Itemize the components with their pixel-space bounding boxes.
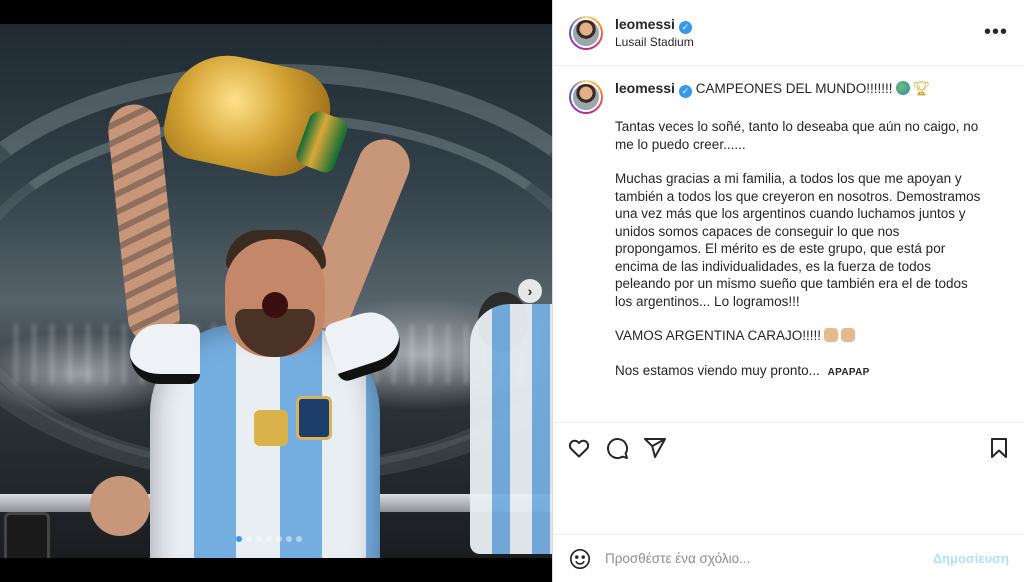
- caption-avatar-image: [571, 82, 601, 112]
- teammate-figure: [470, 304, 552, 554]
- verified-badge-icon: ✓: [678, 21, 692, 34]
- caption-paragraph: Tantas veces lo soñé, tanto lo deseaba q…: [615, 119, 979, 152]
- comment-bar: Δημοσίευση: [553, 534, 1024, 582]
- raised-hands-emoji-icon: [841, 328, 856, 342]
- paper-plane-icon[interactable]: [643, 436, 667, 460]
- username-link[interactable]: leomessi: [615, 16, 675, 32]
- carousel-dot: [296, 536, 302, 542]
- jersey-gold-badge: [254, 410, 288, 446]
- post-author-info: leomessi ✓ Lusail Stadium: [615, 15, 694, 50]
- caption: leomessi ✓ CAMPEONES DEL MUNDO!!!!!!! 🏆︎ T…: [569, 80, 1009, 398]
- carousel-dots: [236, 536, 302, 542]
- caption-area: leomessi ✓ CAMPEONES DEL MUNDO!!!!!!! 🏆︎ T…: [553, 66, 1024, 422]
- caption-last-text: Nos estamos viendo muy pronto...: [615, 362, 820, 378]
- caption-avatar[interactable]: [569, 80, 603, 114]
- comment-input[interactable]: [605, 551, 933, 566]
- fan-phone: [4, 512, 50, 558]
- carousel-dot: [276, 536, 282, 542]
- chevron-right-icon[interactable]: ›: [518, 279, 542, 303]
- caption-paragraph: Muchas gracias a mi familia, a todos los…: [615, 171, 981, 309]
- carousel-dot: [256, 536, 262, 542]
- post-side-panel: leomessi ✓ Lusail Stadium ••• leomessi ✓ C…: [552, 0, 1024, 582]
- post-photo[interactable]: [0, 24, 552, 558]
- post-header: leomessi ✓ Lusail Stadium •••: [553, 0, 1024, 66]
- heart-icon[interactable]: [567, 436, 591, 460]
- jersey-left-sleeve: [130, 324, 200, 384]
- post-media: ›: [0, 0, 552, 582]
- carousel-dot: [246, 536, 252, 542]
- more-options-icon[interactable]: •••: [984, 21, 1008, 44]
- post-comment-button[interactable]: Δημοσίευση: [933, 551, 1009, 566]
- carousel-dot: [286, 536, 292, 542]
- caption-vamos-text: VAMOS ARGENTINA CARAJO!!!!!: [615, 328, 822, 343]
- comment-icon[interactable]: [605, 436, 629, 460]
- location-link[interactable]: Lusail Stadium: [615, 35, 694, 50]
- caption-paragraph-last: Nos estamos viendo muy pronto... ΑΡΑΡΑΡ: [615, 362, 985, 382]
- carousel-dot: [266, 536, 272, 542]
- caption-headline: CAMPEONES DEL MUNDO!!!!!!!: [695, 81, 893, 96]
- translate-link[interactable]: ΑΡΑΡΑΡ: [828, 367, 870, 378]
- smile-icon[interactable]: [569, 548, 591, 570]
- caption-headline-line: leomessi ✓ CAMPEONES DEL MUNDO!!!!!!! 🏆︎: [615, 80, 985, 98]
- carousel-dot: [236, 536, 242, 542]
- caption-paragraph-vamos: VAMOS ARGENTINA CARAJO!!!!!: [615, 327, 985, 345]
- post-actions: [553, 422, 1024, 472]
- jersey-afa-crest: [296, 396, 332, 440]
- globe-emoji-icon: [896, 81, 911, 95]
- fan-hand: [90, 476, 150, 536]
- bookmark-icon[interactable]: [987, 436, 1011, 460]
- raised-hands-emoji-icon: [824, 328, 839, 342]
- caption-username-link[interactable]: leomessi: [615, 80, 675, 96]
- verified-badge-icon: ✓: [678, 85, 692, 98]
- caption-body: leomessi ✓ CAMPEONES DEL MUNDO!!!!!!! 🏆︎ T…: [615, 80, 985, 398]
- avatar[interactable]: [569, 15, 603, 50]
- avatar-image: [571, 17, 601, 48]
- trophy-emoji-icon: 🏆︎: [912, 80, 931, 96]
- player-mouth: [262, 292, 288, 318]
